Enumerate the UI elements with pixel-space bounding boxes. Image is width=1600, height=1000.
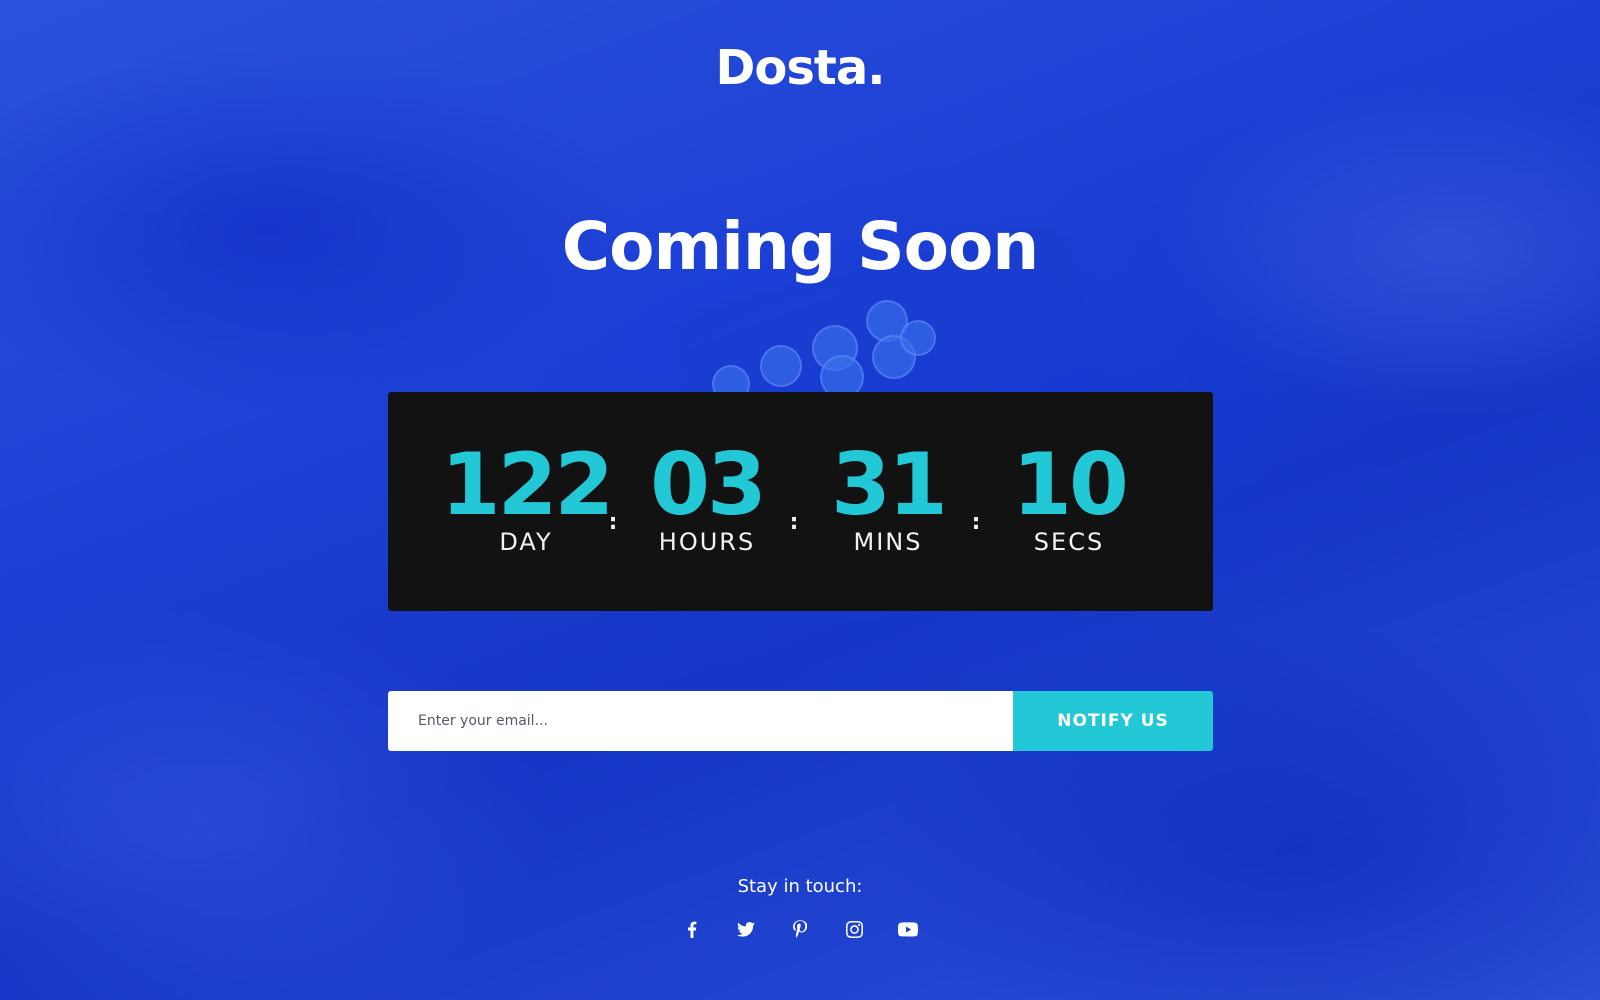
countdown-days: 122 DAY [436, 440, 616, 556]
logo[interactable]: Dosta. [0, 40, 1600, 96]
facebook-link[interactable] [682, 918, 702, 940]
pinterest-link[interactable] [790, 918, 810, 940]
countdown-secs: 10 SECS [979, 440, 1159, 556]
page-title: Coming Soon [561, 208, 1040, 285]
countdown-mins-value: 31 [831, 435, 948, 535]
youtube-link[interactable] [898, 918, 918, 940]
logo-text: Dosta. [715, 40, 886, 96]
instagram-link[interactable] [844, 918, 864, 940]
countdown-timer: 122 DAY : 03 HOURS : 31 MINS : 10 SECS [388, 392, 1213, 611]
notify-us-button[interactable]: NOTIFY US [1013, 691, 1213, 751]
stay-in-touch-label: Stay in touch: [737, 876, 863, 897]
twitter-icon [737, 921, 755, 937]
pinterest-icon [793, 920, 807, 938]
social-links [0, 918, 1600, 940]
subscribe-form: NOTIFY US [388, 691, 1213, 751]
countdown-mins: 31 MINS [798, 440, 978, 556]
facebook-icon [688, 921, 697, 938]
watch-app-icon [760, 345, 802, 387]
countdown-secs-label: SECS [1033, 528, 1105, 556]
countdown-secs-value: 10 [1012, 435, 1129, 535]
email-input[interactable] [388, 691, 1013, 751]
instagram-icon [845, 920, 863, 938]
countdown-hours: 03 HOURS [617, 440, 797, 556]
countdown-hours-value: 03 [650, 435, 767, 535]
twitter-link[interactable] [736, 918, 756, 940]
watch-app-icon [900, 320, 936, 356]
youtube-icon [898, 921, 918, 937]
countdown-mins-label: MINS [853, 528, 923, 556]
countdown-days-value: 122 [440, 435, 615, 535]
countdown-hours-label: HOURS [658, 528, 756, 556]
